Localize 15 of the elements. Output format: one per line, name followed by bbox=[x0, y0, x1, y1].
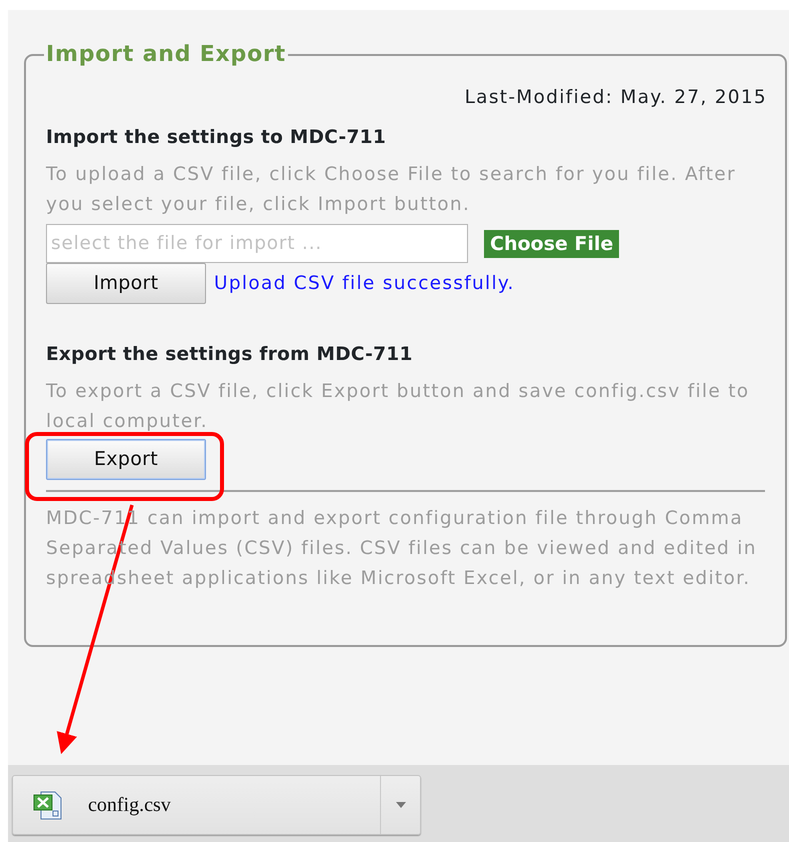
export-button[interactable]: Export bbox=[46, 439, 206, 480]
panel-title: Import and Export bbox=[45, 42, 287, 68]
import-button[interactable]: Import bbox=[46, 263, 206, 304]
description-text: To export a CSV file, click Export button and save config.csv file to local computer. bbox=[46, 380, 750, 434]
section-heading: Import the settings to MDC-711 bbox=[46, 127, 386, 148]
caret-icon bbox=[396, 802, 406, 808]
file-name: config.csv bbox=[88, 793, 171, 818]
description-text: To upload a CSV file, click Choose File to search for you file. After you select your file, click Import button. bbox=[46, 163, 737, 217]
file-path-field[interactable]: select the file for import ... bbox=[46, 224, 468, 263]
status-message: Upload CSV file successfully. bbox=[214, 272, 515, 296]
section-heading: Export the settings from MDC-711 bbox=[46, 344, 413, 365]
spreadsheet-file-icon bbox=[31, 789, 63, 821]
download-file-button[interactable]: config.csv bbox=[13, 776, 380, 834]
last-modified-text: Last-Modified: May. 27, 2015 bbox=[464, 87, 767, 108]
choose-file-button[interactable]: Choose File bbox=[484, 230, 620, 258]
